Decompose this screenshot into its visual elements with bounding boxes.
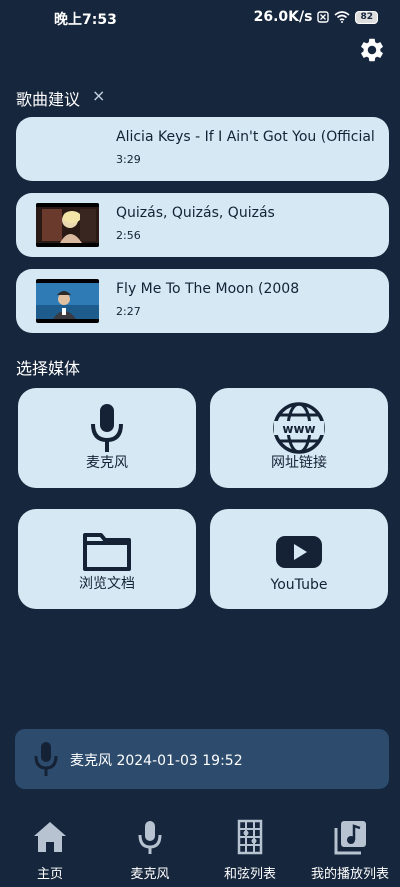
- nav-item-home[interactable]: 主页: [0, 812, 100, 887]
- www-globe-icon: www: [273, 402, 325, 454]
- url-link-button[interactable]: www 网址链接: [210, 388, 388, 488]
- media-label: 网址链接: [271, 455, 327, 471]
- microphone-icon: [34, 742, 58, 776]
- nav-label: 和弦列表: [223, 867, 276, 882]
- song-title: Quizás, Quizás, Quizás: [116, 205, 275, 221]
- nav-item-microphone[interactable]: 麦克风: [100, 812, 200, 887]
- recent-recording-text: 麦克风 2024-01-03 19:52: [70, 753, 243, 769]
- close-suggestions-icon[interactable]: ×: [92, 85, 110, 107]
- nav-label: 麦克风: [130, 867, 170, 882]
- status-indicators: 26.0K/s 82: [254, 9, 378, 25]
- song-thumbnail: [36, 203, 99, 247]
- song-card[interactable]: Alicia Keys - If I Ain't Got You (Offici…: [16, 117, 389, 181]
- svg-text:www: www: [282, 422, 315, 436]
- song-card[interactable]: Quizás, Quizás, Quizás 2:56: [16, 193, 389, 257]
- media-label: 麦克风: [86, 455, 128, 471]
- home-icon: [34, 822, 66, 852]
- settings-gear-icon[interactable]: [358, 36, 386, 64]
- nav-label: 我的播放列表: [310, 867, 389, 882]
- song-duration: 3:29: [116, 153, 141, 166]
- status-bar: 晚上7:53 26.0K/s 82: [0, 0, 400, 34]
- youtube-icon: [276, 536, 322, 568]
- network-speed: 26.0K/s: [253, 9, 313, 25]
- media-title: 选择媒体: [16, 359, 81, 378]
- recent-recording-bar[interactable]: 麦克风 2024-01-03 19:52: [15, 729, 389, 789]
- song-card[interactable]: Fly Me To The Moon (2008 2:27: [16, 269, 389, 333]
- song-duration: 2:56: [116, 229, 141, 242]
- microphone-button[interactable]: 麦克风: [18, 388, 196, 488]
- browse-files-button[interactable]: 浏览文档: [18, 509, 196, 609]
- sim-icon: [317, 11, 330, 23]
- bottom-nav: 主页 麦克风 和弦列表 我的播放列表: [0, 812, 400, 887]
- battery-indicator: 82: [355, 10, 378, 24]
- song-title: Alicia Keys - If I Ain't Got You (Offici…: [116, 129, 375, 145]
- suggestions-title: 歌曲建议: [16, 90, 81, 109]
- youtube-button[interactable]: YouTube: [210, 509, 388, 609]
- microphone-icon: [91, 404, 123, 452]
- nav-label: 主页: [36, 867, 63, 882]
- wifi-icon: [334, 11, 350, 23]
- song-thumbnail: [36, 279, 99, 323]
- playlist-icon: [334, 821, 366, 855]
- microphone-icon: [138, 821, 162, 854]
- song-title: Fly Me To The Moon (2008: [116, 281, 300, 297]
- folder-icon: [83, 533, 131, 571]
- nav-item-my-playlist[interactable]: 我的播放列表: [300, 812, 400, 887]
- status-time: 晚上7:53: [54, 12, 117, 28]
- media-label: 浏览文档: [79, 576, 135, 592]
- nav-item-chord-list[interactable]: 和弦列表: [200, 812, 300, 887]
- media-label: YouTube: [270, 577, 328, 593]
- song-duration: 2:27: [116, 305, 141, 318]
- chord-grid-icon: [237, 819, 263, 855]
